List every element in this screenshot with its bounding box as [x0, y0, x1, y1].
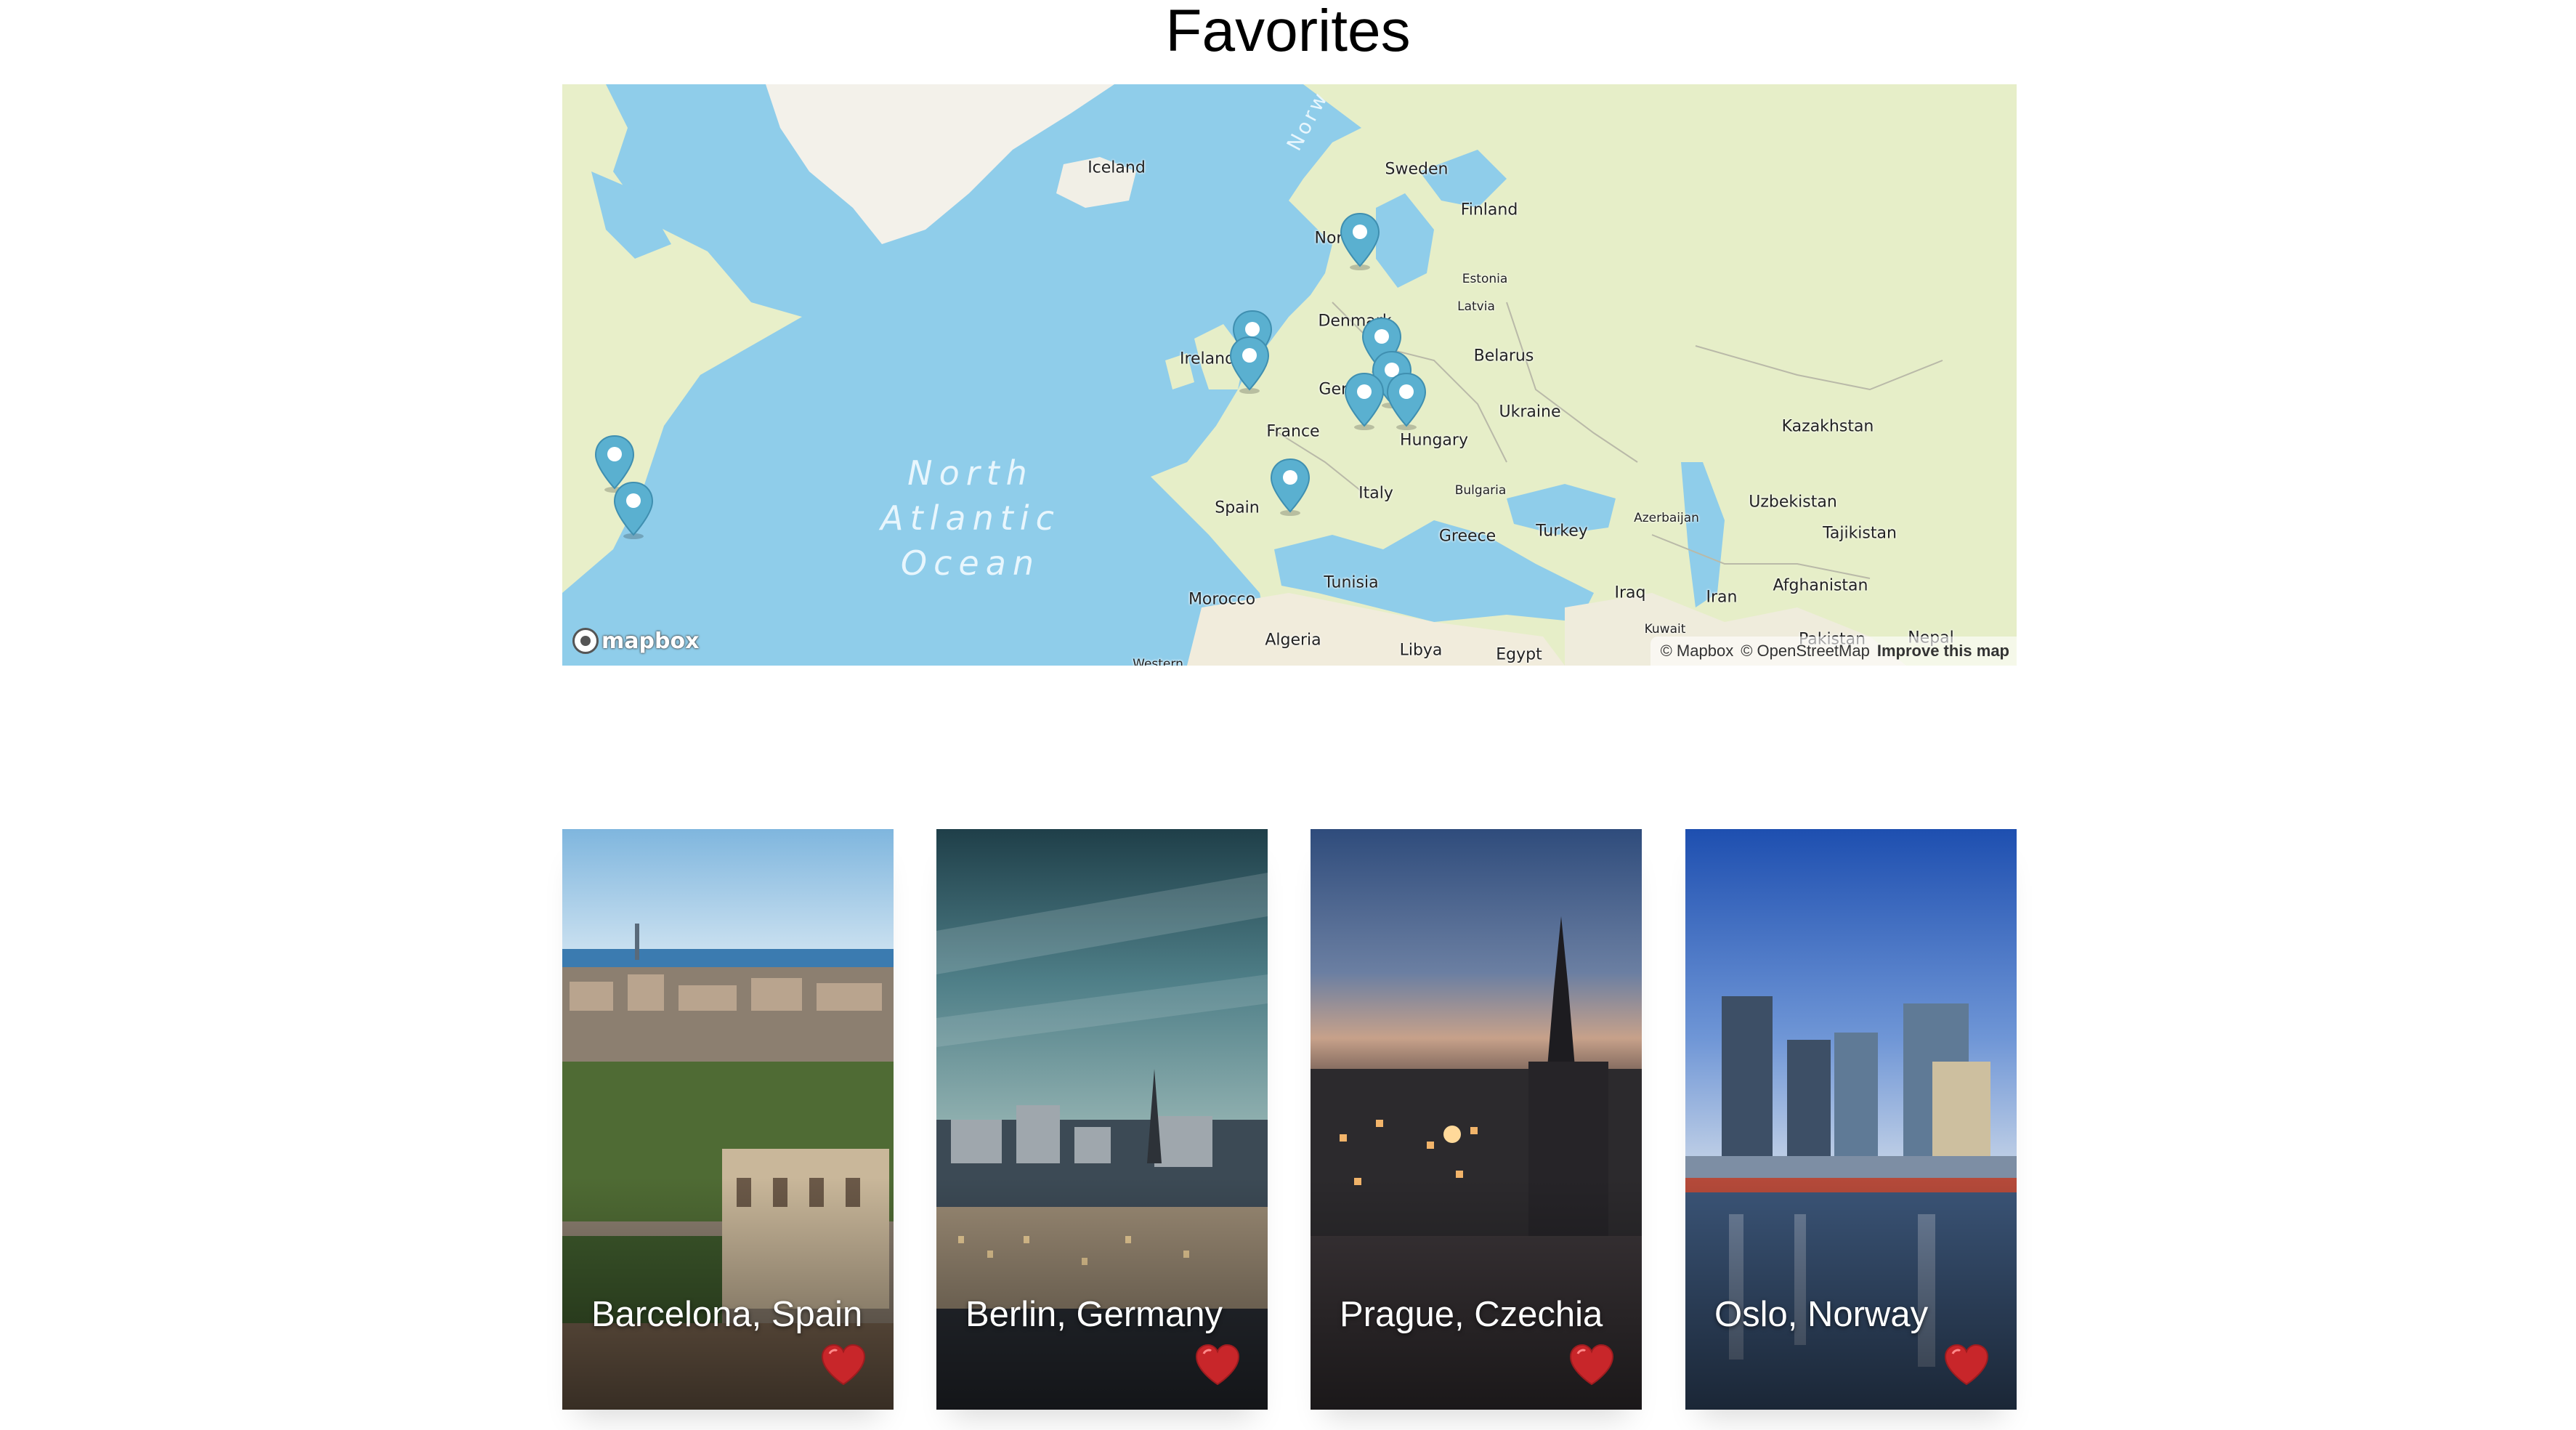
city-card-barcelona[interactable]: Barcelona, Spain: [562, 829, 894, 1410]
map-label-greece: Greece: [1438, 527, 1496, 546]
city-card-berlin[interactable]: Berlin, Germany: [936, 829, 1268, 1410]
page-title: Favorites: [1165, 0, 1411, 64]
heart-icon[interactable]: [1943, 1344, 1990, 1387]
favorites-map[interactable]: Iceland Sweden Finland Nor Estonia Latvi…: [562, 84, 2017, 666]
map-label-ukraine: Ukraine: [1499, 403, 1561, 421]
heart-icon[interactable]: [1568, 1344, 1616, 1387]
heart-icon[interactable]: [819, 1344, 867, 1387]
map-label-italy: Italy: [1358, 484, 1393, 503]
map-label-iran: Iran: [1706, 588, 1738, 607]
map-label-afghanistan: Afghanistan: [1773, 576, 1868, 595]
map-label-azerbaijan: Azerbaijan: [1634, 511, 1699, 525]
mapbox-logo-text: mapbox: [602, 628, 700, 654]
attribution-osm-link[interactable]: © OpenStreetMap: [1741, 642, 1870, 661]
map-label-estonia: Estonia: [1462, 272, 1508, 286]
map-label-belarus: Belarus: [1473, 347, 1534, 365]
improve-map-link[interactable]: Improve this map: [1877, 642, 2009, 661]
map-label-ireland: Ireland: [1179, 350, 1236, 368]
card-title: Prague, Czechia: [1340, 1295, 1603, 1334]
map-label-spain: Spain: [1215, 498, 1260, 517]
map-marker-na-2[interactable]: [612, 481, 655, 539]
map-label-libya: Libya: [1399, 641, 1443, 660]
map-label-tunisia: Tunisia: [1324, 573, 1379, 592]
map-label-ocean-line3: Ocean: [900, 544, 1041, 583]
map-marker-uk-2[interactable]: [1228, 336, 1271, 394]
map-label-algeria: Algeria: [1265, 631, 1321, 650]
map-label-morocco: Morocco: [1188, 590, 1256, 609]
card-title: Barcelona, Spain: [591, 1295, 863, 1334]
heart-icon[interactable]: [1194, 1344, 1242, 1387]
map-label-sweden: Sweden: [1385, 160, 1449, 179]
city-card-oslo[interactable]: Oslo, Norway: [1685, 829, 2017, 1410]
map-label-egypt: Egypt: [1496, 645, 1542, 664]
map-label-uzbekistan: Uzbekistan: [1749, 493, 1837, 512]
map-label-finland: Finland: [1460, 201, 1518, 219]
city-card-prague[interactable]: Prague, Czechia: [1311, 829, 1642, 1410]
map-label-hungary: Hungary: [1400, 431, 1468, 450]
map-label-turkey: Turkey: [1536, 522, 1588, 541]
map-attribution: © Mapbox © OpenStreetMap Improve this ma…: [1650, 637, 2017, 666]
map-label-kuwait: Kuwait: [1644, 622, 1686, 637]
card-title: Oslo, Norway: [1714, 1295, 1929, 1334]
map-label-ocean-line1: North: [907, 453, 1034, 493]
map-marker-munich[interactable]: [1343, 372, 1385, 430]
attribution-mapbox-link[interactable]: © Mapbox: [1661, 642, 1734, 661]
map-label-kazakhstan: Kazakhstan: [1781, 417, 1874, 436]
map-label-western: Western: [1133, 657, 1183, 666]
map-label-bulgaria: Bulgaria: [1454, 483, 1507, 498]
map-label-iraq: Iraq: [1614, 583, 1646, 602]
map-label-france: France: [1266, 422, 1320, 441]
mapbox-logo[interactable]: mapbox: [572, 626, 699, 655]
map-marker-oslo[interactable]: [1339, 212, 1381, 270]
map-label-iceland: Iceland: [1087, 158, 1146, 177]
map-label-latvia: Latvia: [1457, 299, 1495, 314]
map-label-tajikistan: Tajikistan: [1823, 524, 1897, 543]
mapbox-logo-icon: [572, 628, 599, 654]
map-label-ocean-line2: Atlantic: [880, 498, 1061, 538]
card-title: Berlin, Germany: [965, 1295, 1223, 1334]
map-marker-barcelona[interactable]: [1269, 458, 1311, 516]
map-marker-vienna[interactable]: [1385, 372, 1427, 430]
